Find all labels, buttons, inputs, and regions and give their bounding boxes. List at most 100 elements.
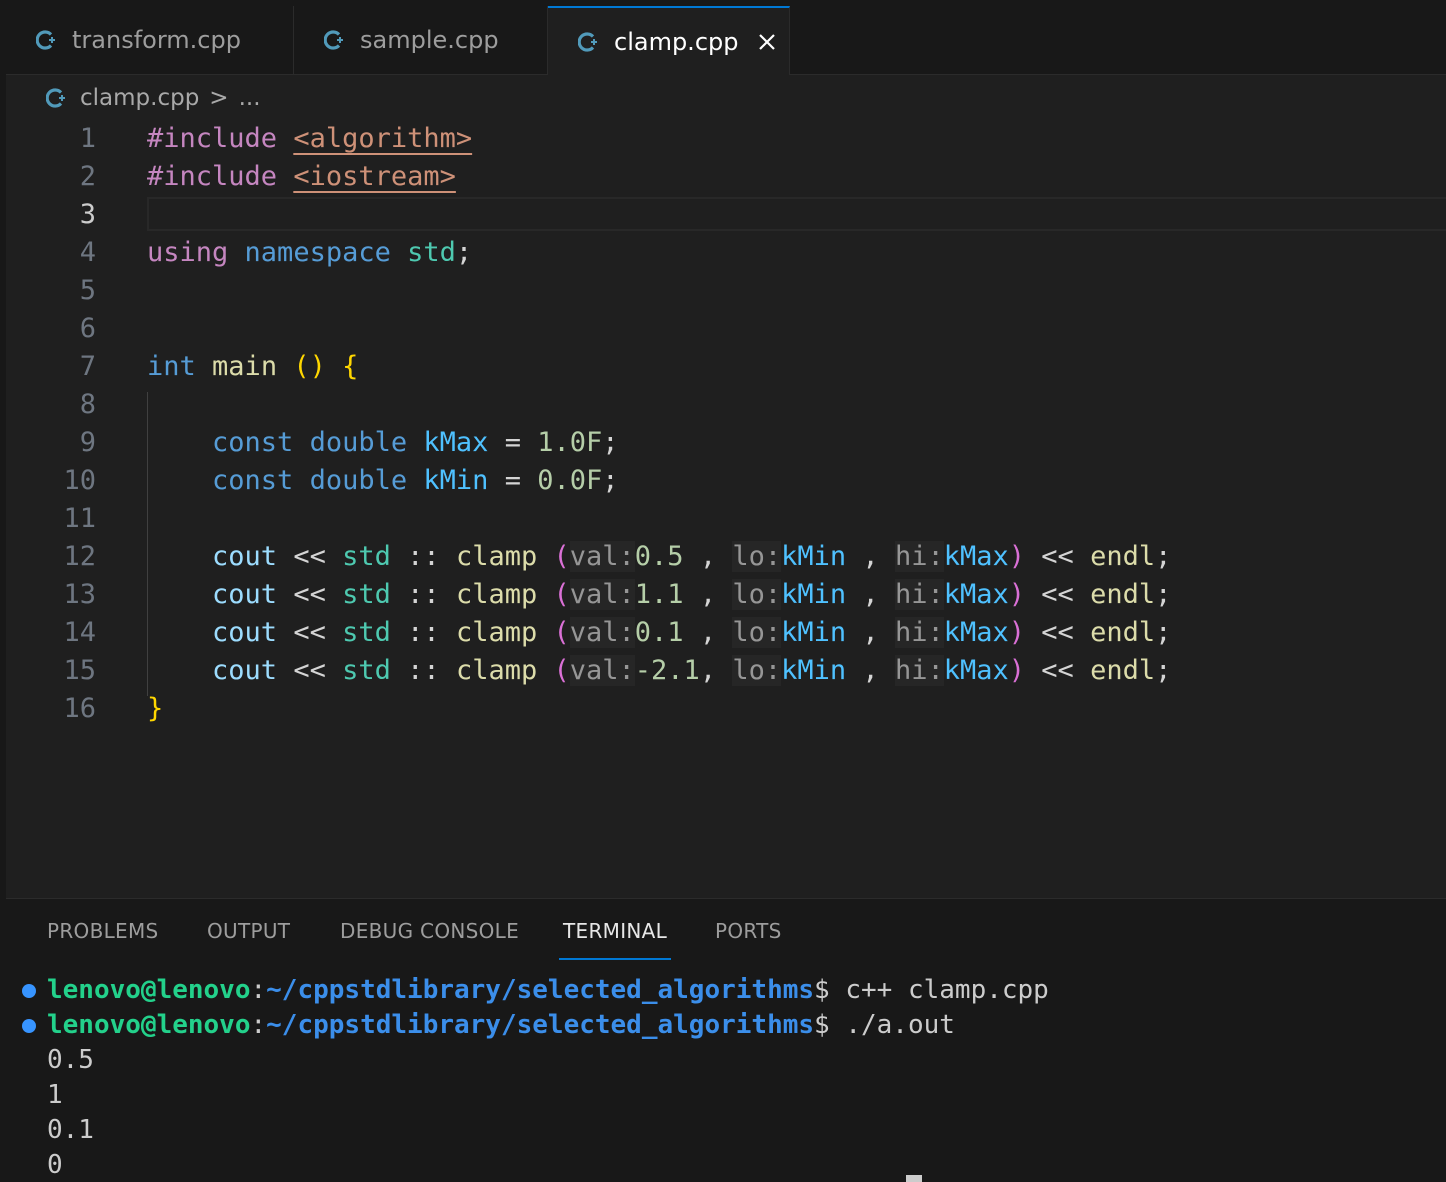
tab-debug-console[interactable]: DEBUG CONSOLE [340,919,519,943]
preprocessor-directive: #include [147,161,278,192]
function-name: clamp [455,579,538,610]
number-literal: -2.1 [634,655,700,686]
punctuation: ; [1155,579,1172,610]
line-number: 16 [63,693,96,724]
terminal-prompt: $ [814,1010,846,1040]
breadcrumb-symbols[interactable]: ... [239,85,261,111]
punctuation: ; [1155,617,1172,648]
code-line-15: cout << std :: clamp (val:-2.1, lo:kMin … [147,652,1171,690]
scope-operator: :: [407,617,440,648]
cpp-file-icon [36,29,58,51]
constant-name: kMin [781,617,863,648]
terminal-user: lenovo@lenovo [47,975,251,1005]
inlay-hint: val: [569,655,635,686]
command-decoration-icon[interactable] [22,984,36,998]
preprocessor-directive: #include [147,123,278,154]
code-editor[interactable]: 1 2 3 4 5 6 7 8 9 10 11 12 13 14 15 16 #… [6,120,1446,900]
close-icon[interactable] [756,31,778,53]
line-number: 6 [79,313,96,344]
tab-sample-cpp[interactable]: sample.cpp [294,6,548,74]
terminal-cursor [906,1175,922,1182]
operator: << [1041,541,1074,572]
namespace-name: std [342,541,391,572]
constant-name: kMax [943,655,1009,686]
code-line-1: #include <algorithm> [147,120,472,158]
namespace-name: std [342,617,391,648]
tab-terminal[interactable]: TERMINAL [563,919,667,943]
punctuation: ; [1155,655,1172,686]
tab-clamp-cpp[interactable]: clamp.cpp [548,6,790,75]
punctuation: ; [602,465,619,496]
constant-name: kMax [943,541,1009,572]
operator: = [504,465,521,496]
terminal-path: ~/cppstdlibrary/selected_algorithms [266,1010,815,1040]
operator: << [1041,655,1074,686]
command-decoration-icon[interactable] [22,1019,36,1033]
number-literal: 0.0F [537,465,603,496]
code-line-12: cout << std :: clamp (val:0.5 , lo:kMin … [147,538,1171,576]
punctuation: , [699,579,717,610]
terminal-output[interactable]: lenovo@lenovo:~/cppstdlibrary/selected_a… [6,969,1446,1182]
paren-open: ( [553,617,570,648]
number-literal: 0.5 [634,541,700,572]
breadcrumb-file[interactable]: clamp.cpp [80,85,199,111]
code-line-9: const double kMax = 1.0F; [147,424,618,462]
keyword: const [212,427,294,458]
inlay-hint: lo: [732,579,782,610]
operator: << [293,655,326,686]
number-literal: 1.0F [537,427,603,458]
terminal-command: ./a.out [845,1010,955,1040]
include-header[interactable]: <algorithm> [293,123,472,154]
punctuation: ; [455,237,473,268]
tab-transform-cpp[interactable]: transform.cpp [6,6,294,74]
type-keyword: double [309,427,408,458]
code-line-10: const double kMin = 0.0F; [147,462,619,500]
line-number: 14 [63,617,96,648]
tab-ports[interactable]: PORTS [715,919,782,943]
tab-output[interactable]: OUTPUT [207,919,290,943]
line-number: 10 [63,465,96,496]
brace-open: { [342,351,359,382]
line-number: 12 [63,541,96,572]
active-tab-indicator [559,958,671,960]
identifier: cout [212,617,278,648]
punctuation: , [699,541,717,572]
namespace-name: std [407,237,456,268]
cpp-file-icon [324,29,346,51]
inlay-hint: val: [569,579,635,610]
punctuation: , [699,617,717,648]
identifier: cout [212,579,278,610]
constant-name: kMin [781,655,863,686]
editor-tab-bar: transform.cpp sample.cpp clamp.cpp [6,6,1446,75]
tab-problems[interactable]: PROBLEMS [47,919,159,943]
line-number: 4 [79,237,96,268]
terminal-prompt: $ [814,975,846,1005]
cpp-file-icon [578,31,600,53]
identifier: cout [212,655,278,686]
parentheses: () [293,351,326,382]
punctuation: , [862,541,879,572]
operator: << [293,617,326,648]
scope-operator: :: [407,541,440,572]
terminal-output-line: 0.1 [47,1115,94,1145]
terminal-command-line: lenovo@lenovo:~/cppstdlibrary/selected_a… [47,1008,955,1043]
code-line-2: #include <iostream> [147,158,456,196]
line-number: 15 [63,655,96,686]
paren-close: ) [1008,617,1026,648]
function-name: clamp [455,617,538,648]
line-number: 13 [63,579,96,610]
punctuation: , [862,617,879,648]
include-header[interactable]: <iostream> [293,161,456,192]
operator: << [1041,579,1074,610]
punctuation: , [862,655,879,686]
terminal-command-line: lenovo@lenovo:~/cppstdlibrary/selected_a… [47,973,1049,1008]
code-line-16: } [147,690,163,728]
line-number: 1 [79,123,96,154]
constant-name: kMin [781,541,863,572]
paren-open: ( [553,541,570,572]
terminal-output-line: 1 [47,1080,63,1110]
bottom-panel: PROBLEMS OUTPUT DEBUG CONSOLE TERMINAL P… [6,898,1446,1182]
namespace-name: std [342,655,391,686]
tab-label: sample.cpp [360,26,499,54]
code-line-7: int main () { [147,348,358,386]
